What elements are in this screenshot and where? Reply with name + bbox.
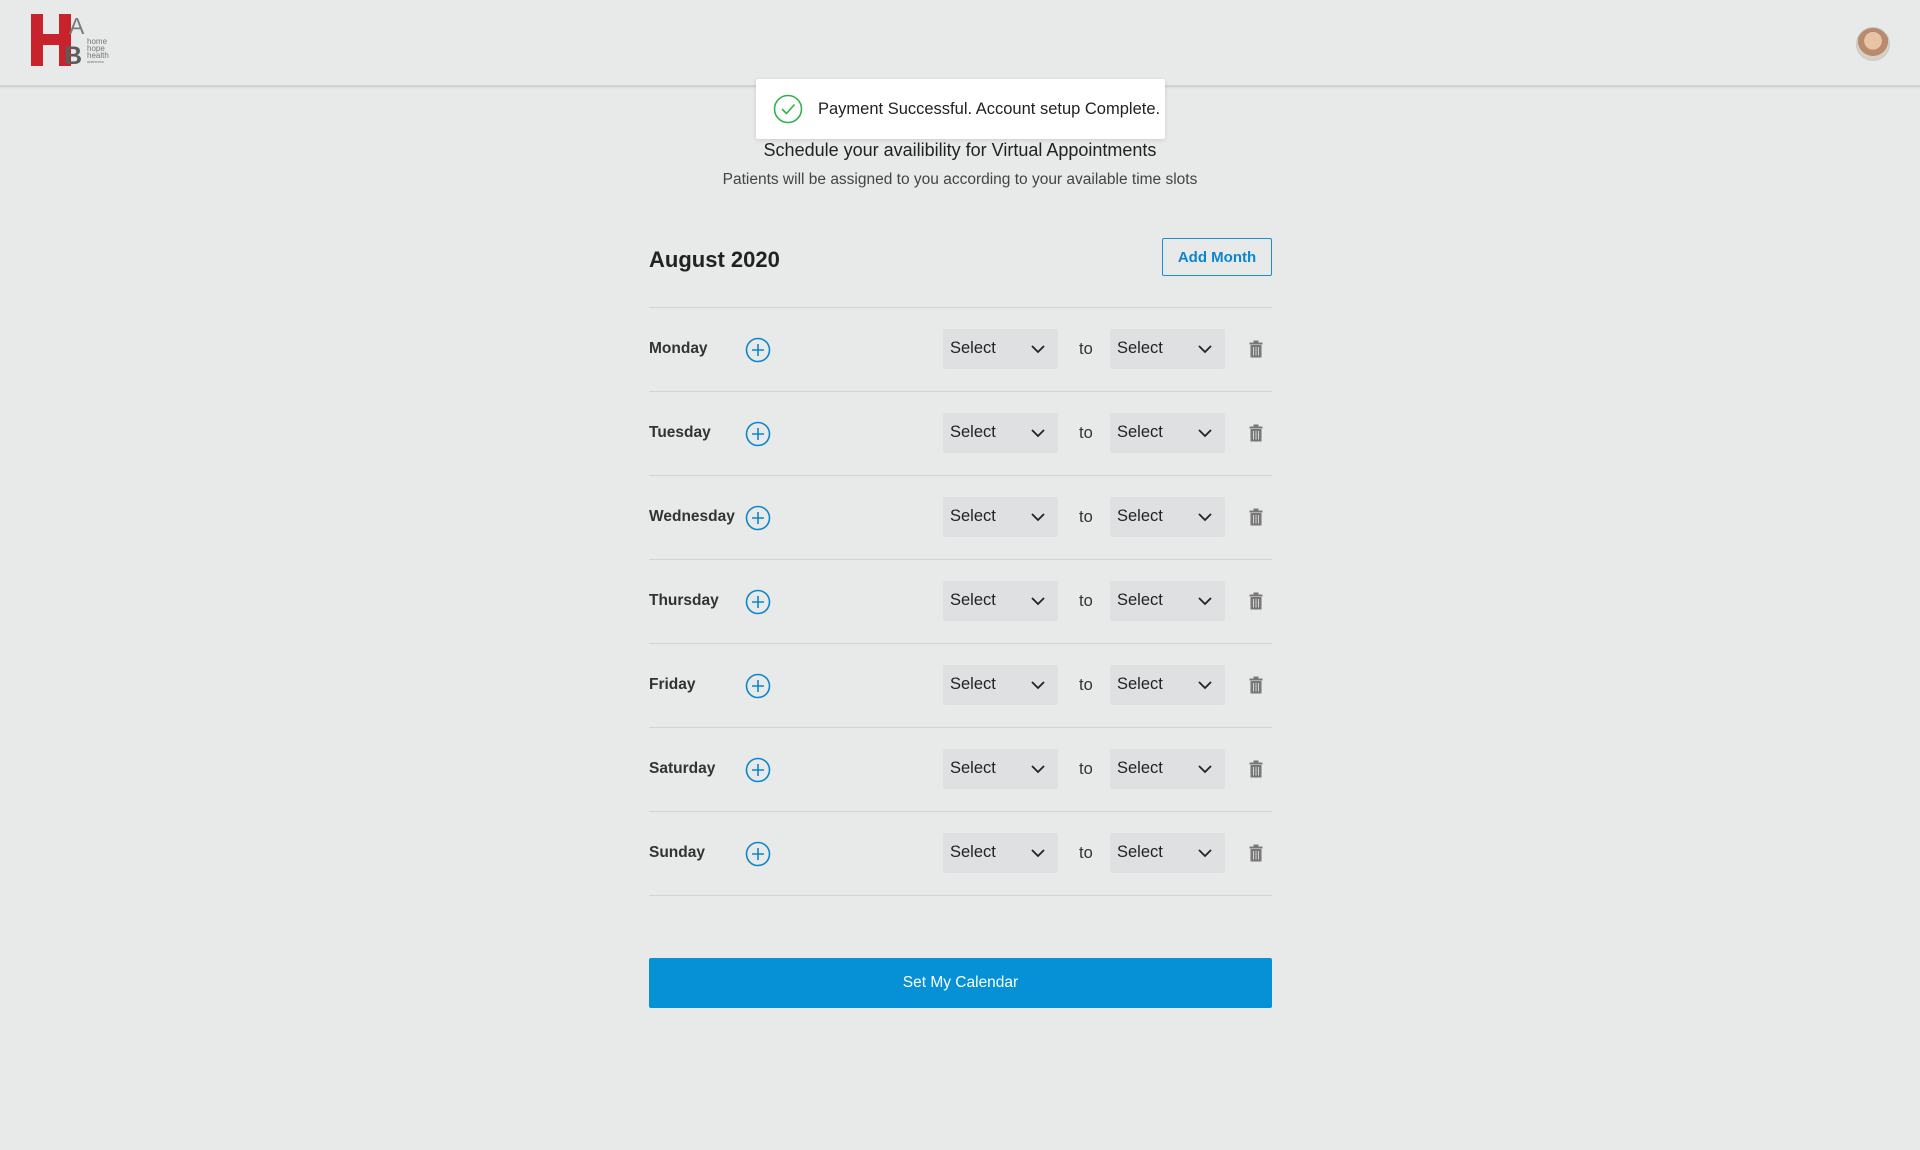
svg-text:B: B [64, 42, 82, 66]
month-title: August 2020 [649, 247, 780, 272]
chevron-down-icon [1031, 429, 1045, 438]
svg-text:health: health [87, 51, 109, 60]
day-label: Saturday [649, 760, 716, 777]
chevron-down-icon [1031, 849, 1045, 858]
chevron-down-icon [1198, 681, 1212, 690]
add-slot-icon[interactable] [745, 421, 771, 447]
chevron-down-icon [1031, 681, 1045, 690]
start-time-select[interactable]: Select [943, 581, 1058, 621]
day-label: Tuesday [649, 424, 711, 441]
trash-icon[interactable] [1249, 676, 1263, 694]
start-time-select[interactable]: Select [943, 497, 1058, 537]
add-slot-icon[interactable] [745, 757, 771, 783]
toast-message: Payment Successful. Account setup Comple… [818, 99, 1161, 118]
chevron-down-icon [1198, 765, 1212, 774]
to-label: to [1079, 340, 1093, 358]
chevron-down-icon [1031, 345, 1045, 354]
select-value: Select [1117, 339, 1163, 357]
end-time-select[interactable]: Select [1110, 581, 1225, 621]
svg-text:A: A [69, 14, 85, 39]
day-row-tuesday: Tuesday Select to Select [649, 392, 1272, 476]
add-slot-icon[interactable] [745, 337, 771, 363]
svg-text:awareness: awareness [87, 60, 104, 64]
select-value: Select [950, 591, 996, 609]
select-value: Select [950, 675, 996, 693]
trash-icon[interactable] [1249, 760, 1263, 778]
day-label: Sunday [649, 844, 705, 861]
add-slot-icon[interactable] [745, 589, 771, 615]
add-month-button[interactable]: Add Month [1162, 238, 1272, 276]
start-time-select[interactable]: Select [943, 665, 1058, 705]
availability-panel: August 2020 Add Month Monday Select to S… [649, 237, 1272, 896]
chevron-down-icon [1198, 429, 1212, 438]
day-label: Thursday [649, 592, 719, 609]
top-bar: A B home hope health awareness [0, 0, 1920, 87]
to-label: to [1079, 760, 1093, 778]
set-my-calendar-button[interactable]: Set My Calendar [649, 958, 1272, 1008]
day-row-thursday: Thursday Select to Select [649, 560, 1272, 644]
chevron-down-icon [1198, 597, 1212, 606]
select-value: Select [1117, 843, 1163, 861]
to-label: to [1079, 592, 1093, 610]
start-time-select[interactable]: Select [943, 413, 1058, 453]
to-label: to [1079, 676, 1093, 694]
check-circle-icon [773, 94, 803, 124]
end-time-select[interactable]: Select [1110, 665, 1225, 705]
select-value: Select [1117, 759, 1163, 777]
start-time-select[interactable]: Select [943, 329, 1058, 369]
trash-icon[interactable] [1249, 844, 1263, 862]
success-toast: Payment Successful. Account setup Comple… [756, 79, 1165, 139]
trash-icon[interactable] [1249, 592, 1263, 610]
chevron-down-icon [1198, 345, 1212, 354]
select-value: Select [950, 759, 996, 777]
select-value: Select [950, 339, 996, 357]
to-label: to [1079, 424, 1093, 442]
day-row-saturday: Saturday Select to Select [649, 728, 1272, 812]
day-label: Monday [649, 340, 708, 357]
select-value: Select [1117, 675, 1163, 693]
select-value: Select [950, 843, 996, 861]
chevron-down-icon [1031, 597, 1045, 606]
start-time-select[interactable]: Select [943, 749, 1058, 789]
day-row-wednesday: Wednesday Select to Select [649, 476, 1272, 560]
add-slot-icon[interactable] [745, 505, 771, 531]
chevron-down-icon [1198, 849, 1212, 858]
select-value: Select [1117, 507, 1163, 525]
end-time-select[interactable]: Select [1110, 497, 1225, 537]
day-row-friday: Friday Select to Select [649, 644, 1272, 728]
page-title: Schedule your availibility for Virtual A… [763, 140, 1157, 160]
select-value: Select [1117, 423, 1163, 441]
to-label: to [1079, 508, 1093, 526]
end-time-select[interactable]: Select [1110, 413, 1225, 453]
to-label: to [1079, 844, 1093, 862]
day-label: Wednesday [649, 508, 735, 525]
add-slot-icon[interactable] [745, 673, 771, 699]
select-value: Select [1117, 591, 1163, 609]
chevron-down-icon [1031, 513, 1045, 522]
day-row-sunday: Sunday Select to Select [649, 812, 1272, 896]
select-value: Select [950, 423, 996, 441]
month-header: August 2020 Add Month [649, 237, 1272, 308]
start-time-select[interactable]: Select [943, 833, 1058, 873]
trash-icon[interactable] [1249, 424, 1263, 442]
end-time-select[interactable]: Select [1110, 749, 1225, 789]
end-time-select[interactable]: Select [1110, 833, 1225, 873]
day-row-monday: Monday Select to Select [649, 308, 1272, 392]
trash-icon[interactable] [1249, 340, 1263, 358]
user-avatar[interactable] [1856, 27, 1890, 61]
chevron-down-icon [1031, 765, 1045, 774]
page-subtitle: Patients will be assigned to you accordi… [722, 171, 1198, 188]
hba-logo[interactable]: A B home hope health awareness [31, 14, 123, 66]
select-value: Select [950, 507, 996, 525]
day-label: Friday [649, 676, 696, 693]
trash-icon[interactable] [1249, 508, 1263, 526]
chevron-down-icon [1198, 513, 1212, 522]
add-slot-icon[interactable] [745, 841, 771, 867]
end-time-select[interactable]: Select [1110, 329, 1225, 369]
